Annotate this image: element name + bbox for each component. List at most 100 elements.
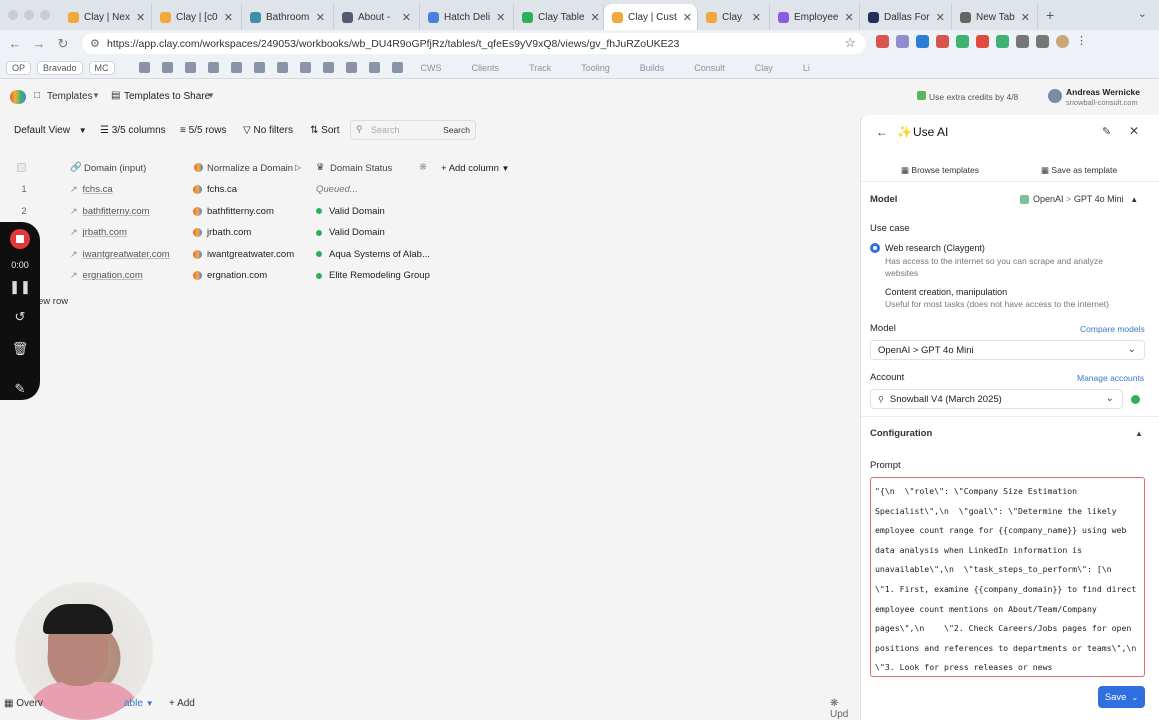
normalized-cell[interactable]: iwantgreatwater.com (193, 244, 303, 265)
bookmark-star-icon[interactable]: ☆ (844, 35, 856, 51)
columns-button[interactable]: ☰ 3/5 columns (100, 125, 166, 136)
extension-icon[interactable] (876, 35, 889, 48)
delete-icon[interactable]: 🗑 (9, 338, 31, 360)
table-tab[interactable]: able ▼ (124, 698, 154, 709)
edit-icon[interactable]: ✎ (1102, 125, 1111, 138)
reload-icon[interactable]: ↻ (54, 36, 72, 52)
bookmark-folder[interactable]: Clay (743, 63, 785, 73)
close-tab-icon[interactable]: ✕ (585, 11, 600, 24)
bookmark-icon[interactable] (276, 62, 288, 73)
table-row[interactable]: 3↗jrbath.comjrbath.comValid Domain (0, 222, 440, 243)
table-row[interactable]: 4↗iwantgreatwater.comiwantgreatwater.com… (0, 244, 440, 265)
run-column-icon[interactable]: ▷ (295, 163, 301, 172)
rows-button[interactable]: ≡ 5/5 rows (180, 125, 226, 136)
menu-kebab-icon[interactable]: ⋮ (1076, 35, 1089, 48)
browser-tab[interactable]: Dallas For ✕ (860, 4, 952, 30)
status-cell[interactable]: Elite Remodeling Group (316, 265, 436, 286)
radio-selected[interactable] (870, 243, 880, 253)
browse-templates-button[interactable]: ▦ Browse templates (901, 165, 979, 176)
extension-icon[interactable] (976, 35, 989, 48)
bookmark-pill[interactable]: Bravado (37, 60, 83, 75)
tab-search-icon[interactable]: ⌄ (1138, 7, 1147, 20)
bookmark-icon[interactable] (322, 62, 334, 73)
credits-label[interactable]: Use extra credits by 4/8 (929, 92, 1018, 102)
status-cell[interactable]: Valid Domain (316, 222, 436, 243)
close-tab-icon[interactable]: ✕ (396, 11, 411, 24)
extension-icon[interactable] (896, 35, 909, 48)
browser-tab[interactable]: Employee ✕ (770, 4, 860, 30)
browser-tab[interactable]: About - ✕ (334, 4, 420, 30)
close-tab-icon[interactable]: ✕ (746, 11, 761, 24)
account-select[interactable]: ⚲ Snowball V4 (March 2025) ⌄ (870, 389, 1123, 409)
domain-cell[interactable]: ↗ iwantgreatwater.com (70, 244, 180, 265)
browser-tab[interactable]: Clay | Nex ✕ (60, 4, 152, 30)
chevron-down-icon[interactable]: ▼ (207, 91, 215, 100)
browser-tab[interactable]: Bathroom ✕ (242, 4, 334, 30)
save-button[interactable]: Save ⌄ (1098, 686, 1145, 708)
close-tab-icon[interactable]: ✕ (930, 11, 945, 24)
pause-icon[interactable]: ❚❚ (9, 276, 31, 298)
status-cell[interactable]: Queued... (316, 179, 436, 200)
column-header-normalize[interactable]: Normalize a Domain (207, 163, 293, 174)
close-tab-icon[interactable]: ✕ (1015, 11, 1030, 24)
status-cell[interactable]: Valid Domain (316, 201, 436, 222)
chevron-down-icon[interactable]: ▼ (92, 91, 100, 100)
column-header-domain[interactable]: Domain (input) (84, 163, 146, 174)
bookmark-icon[interactable] (368, 62, 380, 73)
back-icon[interactable]: ← (6, 36, 24, 51)
bookmark-icon[interactable] (138, 62, 150, 73)
close-tab-icon[interactable]: ✕ (130, 11, 145, 24)
bookmark-icon[interactable] (345, 62, 357, 73)
bookmark-icon[interactable] (207, 62, 219, 73)
close-icon[interactable]: ✕ (1129, 124, 1139, 138)
bookmark-icon[interactable] (230, 62, 242, 73)
bookmark-icon[interactable] (184, 62, 196, 73)
browser-tab[interactable]: Clay | Cust ✕ (604, 4, 698, 30)
view-selector[interactable]: Default View ▼ (14, 125, 87, 136)
templates-link[interactable]: Templates (47, 91, 93, 102)
bookmark-icon[interactable] (161, 62, 173, 73)
add-column-button[interactable]: + Add column ▼ (441, 163, 509, 174)
bookmark-folder[interactable]: Li (791, 63, 822, 73)
select-all-checkbox[interactable] (17, 163, 26, 172)
prompt-textarea[interactable]: "{\n \"role\": \"Company Size Estimation… (870, 477, 1145, 677)
bookmark-folder[interactable]: Builds (628, 63, 677, 73)
sort-button[interactable]: ⇅ Sort (310, 125, 340, 136)
clay-logo[interactable] (10, 90, 26, 104)
back-arrow-icon[interactable]: ← (876, 125, 888, 139)
bookmark-pill[interactable]: OP (6, 60, 32, 75)
extension-icon[interactable] (956, 35, 969, 48)
close-tab-icon[interactable]: ✕ (677, 11, 692, 24)
overview-tab[interactable]: ▦ Overv (4, 698, 43, 709)
bookmark-icon[interactable] (253, 62, 265, 73)
extensions-puzzle-icon[interactable] (1016, 35, 1029, 48)
browser-tab[interactable]: Hatch Deli ✕ (420, 4, 514, 30)
search-input[interactable]: ⚲ Search Search (350, 120, 476, 140)
normalized-cell[interactable]: jrbath.com (193, 222, 303, 243)
url-input[interactable]: ⚙ https://app.clay.com/workspaces/249053… (82, 33, 866, 54)
search-button[interactable]: Search (443, 125, 470, 135)
restart-icon[interactable]: ↺ (9, 306, 31, 328)
bookmark-pill[interactable]: MC (88, 60, 115, 75)
column-header-status[interactable]: Domain Status (330, 163, 392, 174)
close-tab-icon[interactable]: ✕ (218, 11, 233, 24)
user-avatar[interactable] (1048, 89, 1062, 103)
bookmark-folder[interactable]: CWS (409, 63, 454, 73)
table-row[interactable]: 2 ↗ bathfitterny.com bathfitterny.com Valid … (0, 201, 440, 222)
domain-cell[interactable]: ↗ fchs.ca (70, 179, 180, 200)
browser-tab[interactable]: Clay | [c0 ✕ (152, 4, 242, 30)
domain-cell[interactable]: ↗ bathfitterny.com (70, 201, 180, 222)
status-cell[interactable]: Aqua Systems of Alab... (316, 244, 436, 265)
profile-avatar-icon[interactable] (1056, 35, 1069, 48)
stop-recording-button[interactable] (9, 228, 31, 250)
save-as-template-button[interactable]: ▦ Save as template (1041, 165, 1117, 176)
browser-tab[interactable]: Clay Table ✕ (514, 4, 604, 30)
browser-tab[interactable]: New Tab ✕ (952, 4, 1038, 30)
bookmark-folder[interactable]: Consult (682, 63, 737, 73)
bookmark-folder[interactable]: Tooling (569, 63, 622, 73)
forward-icon[interactable]: → (30, 36, 48, 51)
bookmark-folder[interactable]: Track (517, 63, 563, 73)
model-summary[interactable]: OpenAI > GPT 4o Mini ▲ (1020, 194, 1138, 205)
normalized-cell[interactable]: fchs.ca (193, 179, 303, 200)
new-tab-button[interactable]: + (1046, 7, 1054, 23)
